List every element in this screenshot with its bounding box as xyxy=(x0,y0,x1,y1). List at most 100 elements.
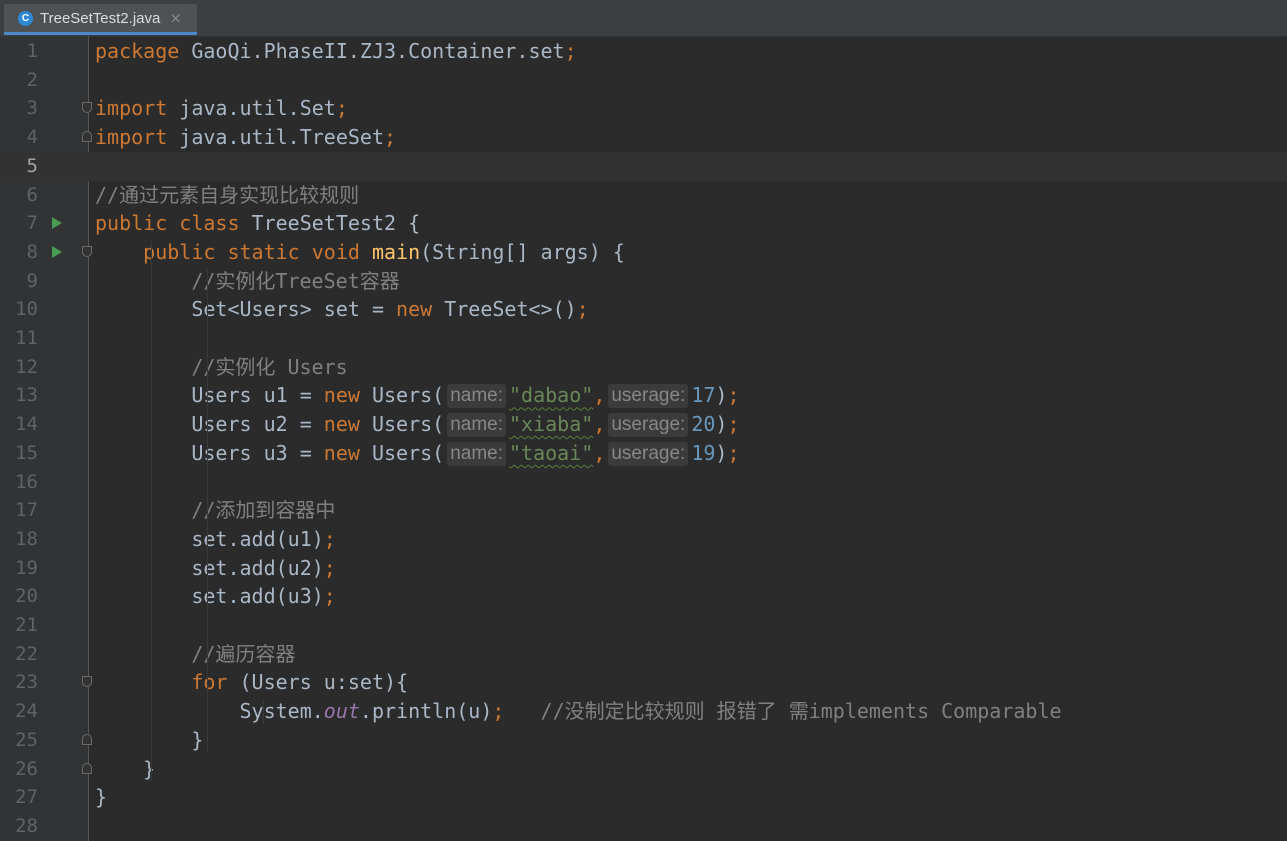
code-line[interactable]: 14 Users u2 = new Users(name: "xiaba", use… xyxy=(0,410,1287,439)
code-line[interactable]: 4 import java.util.TreeSet; xyxy=(0,123,1287,152)
code-line[interactable]: 6 //通过元素自身实现比较规则 xyxy=(0,181,1287,210)
code-text[interactable]: public class TreeSetTest2 { xyxy=(95,209,420,238)
code-line[interactable]: 5 xyxy=(0,151,1287,181)
code-line[interactable]: 28 xyxy=(0,812,1287,841)
line-number: 13 xyxy=(15,384,38,407)
code-text[interactable]: public static void main(String[] args) { xyxy=(95,238,625,267)
code-line[interactable]: 21 xyxy=(0,611,1287,640)
line-number: 6 xyxy=(26,183,38,206)
fold-marker-icon[interactable] xyxy=(82,733,92,745)
code-token: new xyxy=(323,440,372,465)
code-token: new xyxy=(396,297,445,322)
code-token: GaoQi.PhaseII.ZJ3.Container.set xyxy=(191,39,565,63)
code-token: .println(u) xyxy=(359,699,493,724)
parameter-hint: userage: xyxy=(608,441,689,466)
code-text[interactable]: } xyxy=(95,726,203,755)
code-token: Users( xyxy=(371,383,445,408)
editor-tab-bar: C TreeSetTest2.java × xyxy=(0,0,1287,37)
code-text[interactable]: import java.util.Set; xyxy=(95,94,348,123)
code-line[interactable]: 8 public static void main(String[] args)… xyxy=(0,238,1287,267)
line-number: 17 xyxy=(15,499,38,522)
code-text[interactable]: Users u2 = new Users(name: "xiaba", userag… xyxy=(95,410,740,439)
code-token: } xyxy=(95,756,156,781)
code-line[interactable]: 10 Set<Users> set = new TreeSet<>(); xyxy=(0,295,1287,324)
code-line[interactable]: 22 //遍历容器 xyxy=(0,640,1287,669)
code-line[interactable]: 23 for (Users u:set){ xyxy=(0,668,1287,697)
code-token: Users u2 = xyxy=(95,412,324,437)
close-icon[interactable]: × xyxy=(169,9,182,27)
code-token: new xyxy=(323,383,372,408)
code-line[interactable]: 26 } xyxy=(0,755,1287,784)
code-token: (String[] args) { xyxy=(420,239,625,264)
code-text[interactable]: //实例化TreeSet容器 xyxy=(95,267,399,296)
code-token: ; xyxy=(576,297,589,322)
code-text[interactable]: package GaoQi.PhaseII.ZJ3.Container.set; xyxy=(95,37,577,66)
code-line[interactable]: 18 set.add(u1); xyxy=(0,525,1287,554)
parameter-hint: name: xyxy=(447,441,507,466)
code-text[interactable]: //通过元素自身实现比较规则 xyxy=(95,181,359,210)
code-line[interactable]: 11 xyxy=(0,324,1287,353)
fold-marker-icon[interactable] xyxy=(82,102,92,114)
code-text[interactable]: //实例化 Users xyxy=(95,353,348,382)
code-line[interactable]: 2 xyxy=(0,66,1287,95)
line-number: 8 xyxy=(26,240,38,263)
code-line[interactable]: 24 System.out.println(u); //没制定比较规则 报错了 … xyxy=(0,697,1287,726)
code-token: , xyxy=(593,412,606,437)
fold-marker-icon[interactable] xyxy=(82,676,92,688)
code-text[interactable]: Set<Users> set = new TreeSet<>(); xyxy=(95,295,589,324)
code-token: //实例化 Users xyxy=(191,354,348,379)
fold-marker-icon[interactable] xyxy=(82,762,92,774)
run-icon[interactable] xyxy=(52,217,62,230)
code-line[interactable]: 19 set.add(u2); xyxy=(0,554,1287,583)
code-line[interactable]: 15 Users u3 = new Users(name: "taoai", use… xyxy=(0,439,1287,468)
fold-marker-icon[interactable] xyxy=(82,245,92,257)
code-token: ) xyxy=(715,440,728,465)
code-token: TreeSet<>() xyxy=(444,297,577,322)
code-line[interactable]: 12 //实例化 Users xyxy=(0,353,1287,382)
code-line[interactable]: 3 import java.util.Set; xyxy=(0,94,1287,123)
code-text[interactable]: import java.util.TreeSet; xyxy=(95,123,396,152)
code-token: 20 xyxy=(691,412,716,437)
run-icon[interactable] xyxy=(52,245,62,258)
fold-marker-icon[interactable] xyxy=(82,131,92,143)
code-token: ) xyxy=(715,412,728,437)
code-text[interactable]: for (Users u:set){ xyxy=(95,668,408,697)
code-token: 19 xyxy=(691,440,716,465)
code-token: Set<Users> set = xyxy=(95,297,397,322)
code-line[interactable]: 27} xyxy=(0,783,1287,812)
code-text[interactable]: set.add(u3); xyxy=(95,582,336,611)
code-text[interactable]: Users u1 = new Users(name: "dabao", userag… xyxy=(95,381,740,410)
code-line[interactable]: 13 Users u1 = new Users(name: "dabao", use… xyxy=(0,381,1287,410)
code-line[interactable]: 9 //实例化TreeSet容器 xyxy=(0,267,1287,296)
code-token: ; xyxy=(323,555,336,580)
code-token: ; xyxy=(384,125,397,150)
indent-guide xyxy=(207,268,208,753)
code-token: "xiaba" xyxy=(509,412,594,437)
code-line[interactable]: 7 public class TreeSetTest2 { xyxy=(0,209,1287,238)
code-text[interactable]: } xyxy=(95,783,107,812)
line-number: 10 xyxy=(15,298,38,321)
file-tab[interactable]: C TreeSetTest2.java × xyxy=(4,4,197,35)
code-token: import xyxy=(95,125,180,150)
code-token: System. xyxy=(95,699,324,724)
code-text[interactable]: //添加到容器中 xyxy=(95,496,335,525)
code-text[interactable]: set.add(u1); xyxy=(95,525,336,554)
code-editor[interactable]: 1 package GaoQi.PhaseII.ZJ3.Container.set… xyxy=(0,36,1287,841)
code-text[interactable]: Users u3 = new Users(name: "taoai", userag… xyxy=(95,439,740,468)
code-text[interactable]: System.out.println(u); //没制定比较规则 报错了 需im… xyxy=(95,697,1061,726)
code-token: Users u3 = xyxy=(95,440,324,465)
code-line[interactable]: 17 //添加到容器中 xyxy=(0,496,1287,525)
parameter-hint: name: xyxy=(447,384,507,409)
code-line[interactable]: 20 set.add(u3); xyxy=(0,582,1287,611)
code-text[interactable]: } xyxy=(95,755,155,784)
code-text[interactable]: //遍历容器 xyxy=(95,640,295,669)
code-token: ; xyxy=(727,412,740,437)
line-number: 4 xyxy=(26,126,38,149)
code-line[interactable]: 1 package GaoQi.PhaseII.ZJ3.Container.set… xyxy=(0,37,1287,66)
code-line[interactable]: 25 } xyxy=(0,726,1287,755)
code-line[interactable]: 16 xyxy=(0,468,1287,497)
code-text[interactable]: set.add(u2); xyxy=(95,554,336,583)
